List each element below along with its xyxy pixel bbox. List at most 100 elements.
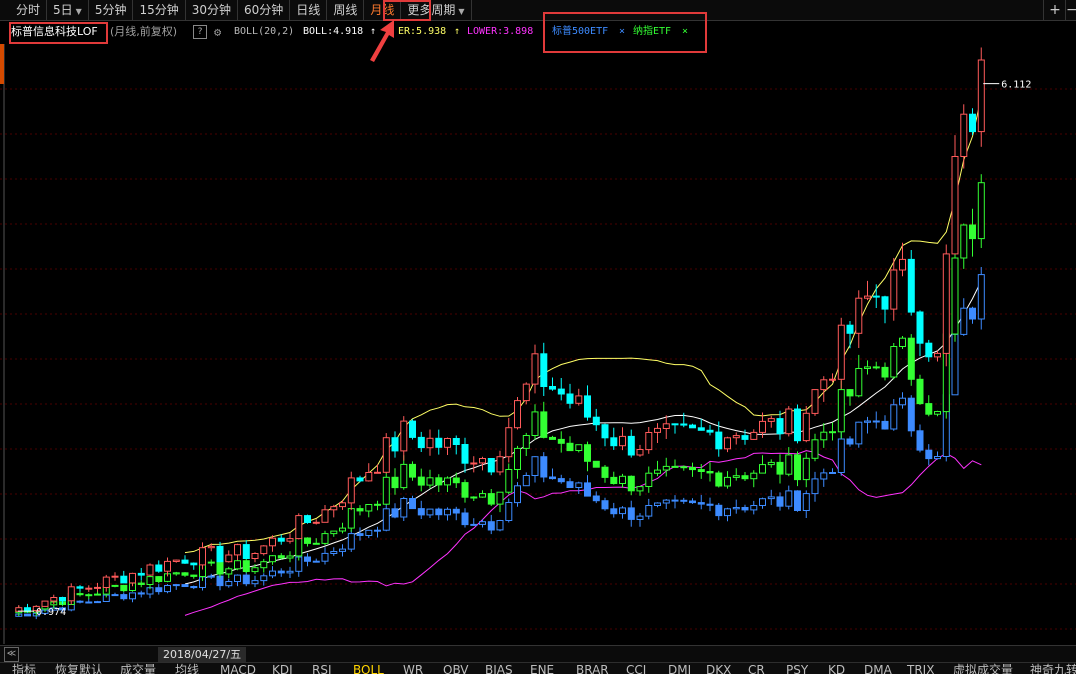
lof-candle-body: [505, 427, 513, 458]
nasdaq-candle-body: [907, 337, 915, 380]
indicator-tab-22[interactable]: 神奇九转: [1030, 663, 1076, 674]
lof-candle-body: [522, 383, 530, 402]
sp500-candle-body: [111, 594, 119, 597]
sp500-candle-body: [960, 307, 968, 335]
lof-candle-body: [907, 258, 915, 313]
annotation-box-name: [9, 22, 108, 44]
period-tab-7[interactable]: 周线: [327, 0, 365, 20]
period-tab-3[interactable]: 15分钟: [133, 0, 186, 20]
lof-candle-body: [295, 515, 303, 540]
scroll-left-icon[interactable]: ≪: [4, 647, 19, 662]
indicator-tab-12[interactable]: BRAR: [576, 663, 609, 674]
nasdaq-candle-body: [417, 476, 425, 486]
chevron-down-icon: ▼: [75, 7, 82, 16]
lof-candle-body: [689, 424, 696, 429]
lof-candle-body: [645, 432, 653, 451]
indicator-tab-3[interactable]: 均线: [175, 663, 199, 674]
lof-candle-body: [732, 435, 740, 439]
lof-candle-body: [610, 437, 618, 447]
indicator-tab-21[interactable]: 虚拟成交量: [953, 663, 1013, 674]
sp500-candle-body: [881, 420, 889, 430]
lof-candle-body: [872, 295, 880, 298]
indicator-header: 标普信息科技LOF (月线,前复权) ? ⚙ BOLL(20,2) BOLL:4…: [0, 21, 1076, 43]
minus-icon[interactable]: −: [1065, 0, 1076, 20]
indicator-tab-9[interactable]: OBV: [443, 663, 469, 674]
lof-candle-body: [146, 564, 154, 576]
indicator-tab-15[interactable]: DKX: [706, 663, 731, 674]
lof-candle-body: [216, 545, 224, 563]
lof-candle-body: [942, 253, 950, 354]
indicator-tab-11[interactable]: ENE: [530, 663, 554, 674]
period-tab-1[interactable]: 5日 ▼: [47, 0, 89, 20]
lof-candle-body: [864, 295, 871, 299]
nasdaq-candle-body: [146, 576, 154, 585]
period-tab-label: 30分钟: [191, 3, 232, 17]
nasdaq-candle-body: [689, 467, 696, 471]
nasdaq-candle-body: [216, 561, 224, 575]
sp500-candle-body: [365, 529, 373, 536]
indicator-tab-17[interactable]: PSY: [786, 663, 808, 674]
period-tab-2[interactable]: 5分钟: [89, 0, 134, 20]
sp500-candle-body: [321, 552, 329, 562]
chart-canvas[interactable]: 6.112 0.974: [0, 44, 1076, 644]
period-toolbar: 分时 5日 ▼ 5分钟 15分钟 30分钟 60分钟 日线 周线 月线 更多周期 ▼: [0, 0, 1076, 21]
lof-candle-body: [636, 449, 644, 456]
nasdaq-candle-body: [470, 496, 478, 499]
help-icon[interactable]: ?: [193, 25, 207, 39]
period-tab-4[interactable]: 30分钟: [186, 0, 239, 20]
sp500-candle-body: [470, 523, 478, 526]
sp500-candle-body: [85, 601, 93, 604]
lof-candle-body: [234, 544, 241, 556]
lof-candle-body: [102, 576, 110, 588]
indicator-tab-1[interactable]: 恢复默认: [55, 663, 103, 674]
indicator-tab-20[interactable]: TRIX: [907, 663, 934, 674]
indicator-tab-4[interactable]: MACD: [220, 663, 256, 674]
lof-candle-body: [382, 437, 390, 473]
plus-icon[interactable]: +: [1043, 0, 1066, 20]
nasdaq-candle-body: [505, 469, 513, 493]
period-tab-0[interactable]: 分时: [0, 0, 48, 20]
indicator-tab-14[interactable]: DMI: [668, 663, 691, 674]
indicator-tab-0[interactable]: 指标: [12, 663, 36, 674]
indicator-tab-19[interactable]: DMA: [864, 663, 892, 674]
lof-candle-body: [50, 597, 58, 602]
nasdaq-candle-body: [697, 469, 705, 473]
kline-chart[interactable]: 6.112 0.974: [0, 44, 1076, 644]
nasdaq-candle-body: [242, 560, 250, 573]
period-tab-5[interactable]: 60分钟: [238, 0, 291, 20]
nasdaq-candle-body: [881, 366, 889, 378]
indicator-tab-7[interactable]: BOLL: [353, 663, 384, 674]
indicator-tab-6[interactable]: RSI: [312, 663, 332, 674]
nasdaq-candle-body: [776, 461, 784, 475]
sp500-candle-body: [382, 508, 390, 531]
lof-candle-body: [417, 436, 425, 449]
lof-candle-body: [881, 296, 889, 310]
nasdaq-candle-body: [829, 431, 836, 434]
lof-candle-body: [409, 420, 416, 438]
indicator-tab-13[interactable]: CCI: [626, 663, 646, 674]
boll-value: BOLL:4.918: [303, 26, 364, 37]
indicator-tab-2[interactable]: 成交量: [120, 663, 156, 674]
sp500-candle-body: [94, 601, 101, 604]
lof-candle-body: [155, 564, 163, 572]
indicator-tab-8[interactable]: WR: [403, 663, 423, 674]
sp500-candle-body: [767, 496, 775, 500]
sp500-candle-body: [251, 580, 259, 585]
lof-candle-body: [452, 438, 460, 445]
nasdaq-candle-body: [855, 368, 863, 397]
indicator-tab-18[interactable]: KD: [828, 663, 845, 674]
lof-candle-body: [575, 395, 583, 404]
indicator-tab-5[interactable]: KDJ: [272, 663, 293, 674]
sp500-candle-body: [234, 574, 241, 582]
period-tab-6[interactable]: 日线: [290, 0, 328, 20]
chevron-down-icon: ▼: [458, 7, 465, 16]
indicator-name[interactable]: BOLL(20,2): [234, 21, 294, 43]
indicator-tab-10[interactable]: BIAS: [485, 663, 513, 674]
sp500-candle-body: [907, 397, 915, 432]
gear-icon[interactable]: ⚙: [214, 21, 221, 43]
sp500-candle-body: [155, 587, 163, 593]
sp500-candle-body: [697, 502, 705, 505]
sp500-candle-body: [549, 476, 556, 480]
lof-candle-body: [977, 59, 985, 133]
indicator-tab-16[interactable]: CR: [748, 663, 765, 674]
